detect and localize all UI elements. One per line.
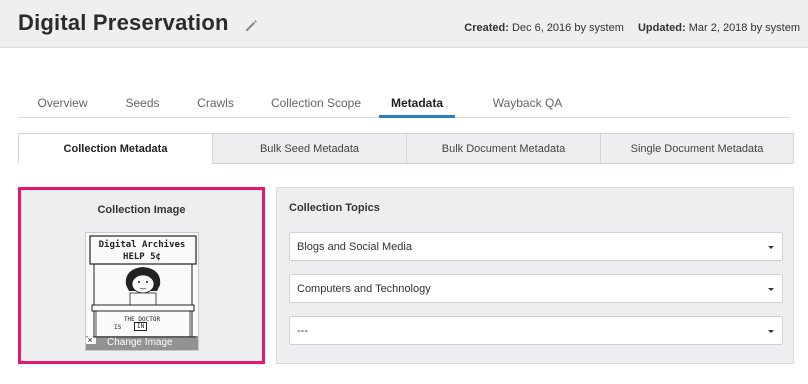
tab-overview[interactable]: Overview bbox=[24, 96, 101, 118]
created-label: Created: bbox=[464, 22, 509, 34]
metadata-subtabs: Collection Metadata Bulk Seed Metadata B… bbox=[18, 133, 794, 164]
subtab-bulk-seed-metadata[interactable]: Bulk Seed Metadata bbox=[212, 133, 407, 164]
topic-select-2[interactable]: Computers and Technology bbox=[289, 274, 783, 303]
subtab-collection-metadata[interactable]: Collection Metadata bbox=[18, 133, 213, 164]
topic-select-3[interactable]: --- bbox=[289, 316, 783, 345]
tab-collection-scope[interactable]: Collection Scope bbox=[262, 96, 370, 118]
tab-crawls[interactable]: Crawls bbox=[184, 96, 247, 118]
collection-image-panel: Collection Image Digital Archives HELP 5… bbox=[18, 187, 265, 364]
collection-meta: Created: Dec 6, 2016 by system Updated: … bbox=[464, 22, 800, 34]
topic-select-1-value: Blogs and Social Media bbox=[297, 241, 412, 253]
collection-image-title: Collection Image bbox=[97, 204, 186, 216]
updated-label: Updated: bbox=[637, 22, 686, 34]
change-image-button[interactable]: Change Image bbox=[86, 336, 198, 350]
subtab-bulk-document-metadata[interactable]: Bulk Document Metadata bbox=[406, 133, 601, 164]
page-title: Digital Preservation bbox=[18, 10, 229, 35]
collection-topics-panel: Collection Topics Blogs and Social Media… bbox=[276, 187, 794, 364]
topic-select-2-value: Computers and Technology bbox=[297, 283, 431, 295]
page-header: Digital Preservation Created: Dec 6, 201… bbox=[0, 0, 808, 48]
pencil-icon[interactable] bbox=[243, 17, 259, 33]
topic-select-3-value: --- bbox=[297, 325, 308, 337]
created-value: Dec 6, 2016 by system bbox=[511, 22, 624, 34]
caret-down-icon bbox=[768, 330, 774, 333]
topic-select-1[interactable]: Blogs and Social Media bbox=[289, 232, 783, 261]
change-image-label: Change Image bbox=[107, 337, 173, 348]
collection-topics-title: Collection Topics bbox=[289, 202, 380, 214]
caret-down-icon bbox=[768, 288, 774, 291]
thumbnail-sign-line2: HELP 5¢ bbox=[123, 252, 161, 262]
subtab-single-document-metadata[interactable]: Single Document Metadata bbox=[600, 133, 794, 164]
collection-image-thumbnail: Digital Archives HELP 5¢ THE DOCTOR IS I… bbox=[85, 232, 199, 351]
thumbnail-in-text: IN bbox=[134, 322, 148, 331]
caret-down-icon bbox=[768, 246, 774, 249]
tab-seeds[interactable]: Seeds bbox=[113, 96, 172, 118]
close-circle-icon[interactable] bbox=[86, 336, 94, 344]
main-tabs: Overview Seeds Crawls Collection Scope M… bbox=[18, 92, 790, 118]
tab-metadata[interactable]: Metadata bbox=[379, 96, 455, 118]
updated-value: Mar 2, 2018 by system bbox=[688, 22, 800, 34]
booth-illustration bbox=[89, 235, 197, 338]
tab-wayback-qa[interactable]: Wayback QA bbox=[483, 96, 572, 118]
thumbnail-is-text: IS bbox=[114, 324, 122, 331]
thumbnail-sign-line1: Digital Archives bbox=[98, 240, 186, 250]
